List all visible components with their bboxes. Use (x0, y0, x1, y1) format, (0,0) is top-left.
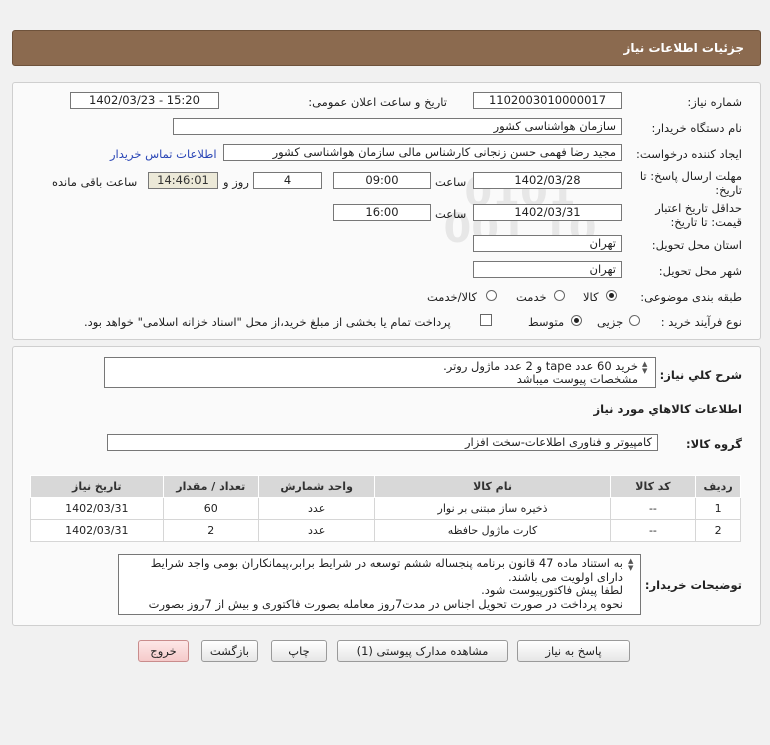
summary-label: شرح کلي نياز: (659, 368, 742, 382)
process-minor-label: جزیی (597, 315, 624, 329)
city-label: شهر محل تحویل: (658, 264, 742, 278)
buyer-notes-label: توضیحات خریدار: (644, 578, 742, 592)
summary-line-2: مشخصات پیوست میباشد (516, 372, 638, 386)
deadline-time-field: 09:00 (333, 172, 431, 189)
table-row: 1 -- ذخیره ساز مبتنی بر نوار عدد 60 1402… (30, 497, 741, 520)
table-header-row: ردیف کد کالا نام کالا واحد شمارش تعداد /… (30, 475, 741, 498)
announce-label: تاریخ و ساعت اعلان عمومی: (308, 95, 447, 109)
summary-textarea: خرید 60 عدد tape و 2 عدد ماژول روتر. مشخ… (104, 357, 656, 388)
treasury-payment-checkbox[interactable] (480, 314, 492, 326)
treasury-payment-note: پرداخت تمام یا بخشی از مبلغ خرید،از محل … (84, 315, 451, 329)
need-number-label: شماره نیاز: (687, 95, 742, 109)
category-service-radio[interactable] (554, 290, 565, 301)
buyer-notes-textarea: به استناد ماده 47 قانون برنامه پنجساله ش… (118, 554, 641, 615)
cell-code: -- (609, 519, 697, 542)
table-row: 2 -- کارت ماژول حافظه عدد 2 1402/03/31 (30, 519, 741, 542)
validity-date-field: 1402/03/31 (473, 204, 622, 221)
goods-table: ردیف کد کالا نام کالا واحد شمارش تعداد /… (30, 475, 741, 542)
deadline-time-label: ساعت (435, 175, 467, 189)
back-button[interactable]: بازگشت (201, 640, 258, 662)
province-label: استان محل تحویل: (651, 238, 742, 252)
days-label: روز و (223, 175, 249, 189)
col-unit: واحد شمارش (257, 475, 376, 498)
col-code: کد کالا (609, 475, 697, 498)
cell-name: ذخیره ساز مبتنی بر نوار (374, 497, 611, 520)
summary-scroll-arrows-icon[interactable]: ▲ ▼ (642, 361, 647, 375)
notes-line-1: به استناد ماده 47 قانون برنامه پنجساله ش… (150, 556, 623, 570)
creator-field: مجید رضا فهمی حسن زنجانی کارشناس مالی سا… (223, 144, 622, 161)
category-goods-radio[interactable] (606, 290, 617, 301)
validity-time-label: ساعت (435, 207, 467, 221)
buyer-org-label: نام دستگاه خریدار: (651, 121, 742, 135)
print-button[interactable]: چاپ (271, 640, 327, 662)
reply-button[interactable]: پاسخ به نیاز (517, 640, 630, 662)
cell-name: کارت ماژول حافظه (374, 519, 611, 542)
category-label: طبقه بندی موضوعی: (640, 290, 742, 304)
col-index: ردیف (695, 475, 741, 498)
notes-scroll-arrows-icon[interactable]: ▲ ▼ (628, 558, 633, 572)
creator-label: ایجاد کننده درخواست: (636, 147, 742, 161)
notes-line-2: دارای اولویت می باشند. (508, 569, 623, 584)
col-name: نام کالا (374, 475, 611, 498)
deadline-label: مهلت ارسال پاسخ: تا (639, 169, 742, 183)
remaining-label: ساعت باقی مانده (52, 175, 138, 189)
buyer-contact-link[interactable]: اطلاعات تماس خریدار (110, 147, 217, 161)
validity-label: حداقل تاریخ اعتبار (655, 201, 742, 215)
buyer-org-field: سازمان هواشناسی کشور (173, 118, 622, 135)
category-service-label: خدمت (516, 290, 547, 304)
page-header: جزئیات اطلاعات نیاز (12, 30, 761, 66)
days-field: 4 (253, 172, 322, 189)
cell-qty: 2 (162, 519, 259, 542)
cell-unit: عدد (257, 497, 376, 520)
validity-time-field: 16:00 (333, 204, 431, 221)
notes-line-3: لطفا پیش فاکتورپیوست شود. (481, 583, 623, 597)
cell-index: 2 (695, 519, 741, 542)
process-label: نوع فرآیند خرید : (660, 315, 742, 329)
process-medium-radio[interactable] (571, 315, 582, 326)
deadline-date-field: 1402/03/28 (473, 172, 622, 189)
cell-qty: 60 (162, 497, 259, 520)
cell-code: -- (609, 497, 697, 520)
goods-section-title: اطلاعات کالاهاي مورد نياز (593, 402, 742, 416)
city-field: تهران (473, 261, 622, 278)
goods-group-label: گروه کالا: (686, 437, 742, 451)
announce-field: 1402/03/23 - 15:20 (70, 92, 219, 109)
cell-date: 1402/03/31 (30, 497, 164, 520)
deadline-label-2: تاریخ: (715, 183, 742, 197)
view-docs-button[interactable]: مشاهده مدارک پیوستی (1) (337, 640, 508, 662)
col-date: تاریخ نیاز (30, 475, 164, 498)
cell-date: 1402/03/31 (30, 519, 164, 542)
need-number-field: 1102003010000017 (473, 92, 622, 109)
category-goods-label: کالا (583, 290, 599, 304)
exit-button[interactable]: خروج (138, 640, 189, 662)
process-medium-label: متوسط (528, 315, 565, 329)
category-both-label: کالا/خدمت (427, 290, 478, 304)
remaining-time-field: 14:46:01 (148, 172, 218, 189)
validity-label-2: قیمت: تا تاریخ: (670, 215, 742, 229)
col-qty: تعداد / مقدار (162, 475, 259, 498)
goods-group-field: کامپیوتر و فناوری اطلاعات-سخت افزار (107, 434, 658, 451)
cell-index: 1 (695, 497, 741, 520)
process-minor-radio[interactable] (629, 315, 640, 326)
page-title: جزئیات اطلاعات نیاز (623, 41, 744, 55)
province-field: تهران (473, 235, 622, 252)
cell-unit: عدد (257, 519, 376, 542)
notes-line-4: نحوه پرداخت در صورت تحویل اجناس در مدت7ر… (148, 596, 623, 611)
category-both-radio[interactable] (486, 290, 497, 301)
